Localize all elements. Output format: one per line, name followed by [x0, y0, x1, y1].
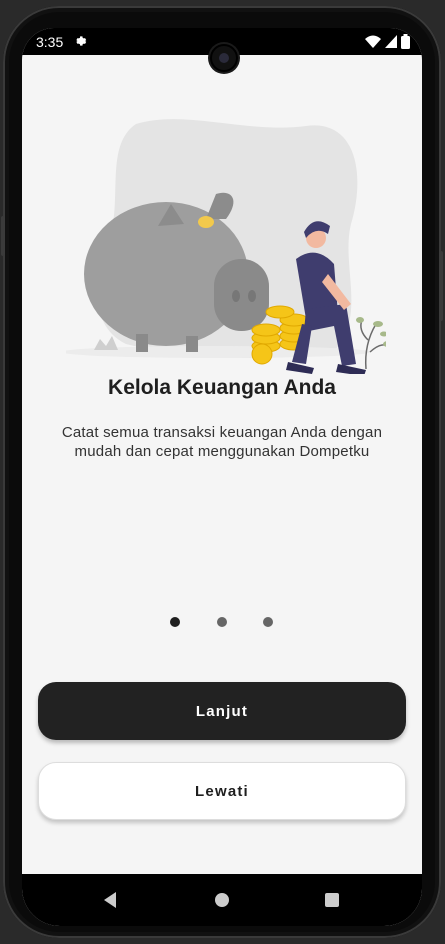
- piggy-bank-illustration: [66, 119, 386, 374]
- front-camera: [210, 44, 238, 72]
- onboarding-description: Catat semua transaksi keuangan Anda deng…: [61, 424, 383, 460]
- wifi-icon: [365, 35, 381, 48]
- onboarding-title: Kelola Keuangan Anda: [108, 376, 336, 399]
- page-indicator: [22, 617, 422, 629]
- back-icon[interactable]: [102, 891, 118, 909]
- app-screen: 3:35 Kelola Keuangan Anda Catat semua tr…: [22, 28, 422, 926]
- page-dot-3[interactable]: [263, 617, 273, 627]
- home-icon[interactable]: [215, 893, 229, 907]
- signal-icon: [385, 35, 397, 48]
- navigation-bar: [22, 874, 422, 926]
- recents-icon[interactable]: [325, 893, 339, 907]
- skip-button[interactable]: Lewati: [38, 762, 406, 820]
- next-button[interactable]: Lanjut: [38, 682, 406, 740]
- battery-icon: [401, 34, 410, 49]
- status-time: 3:35: [36, 34, 64, 50]
- power-button: [439, 251, 443, 321]
- phone-frame: 3:35 Kelola Keuangan Anda Catat semua tr…: [1, 6, 443, 938]
- page-dot-2[interactable]: [217, 617, 227, 627]
- volume-button: [1, 216, 5, 256]
- page-dot-1[interactable]: [170, 617, 180, 627]
- settings-icon: [76, 36, 87, 46]
